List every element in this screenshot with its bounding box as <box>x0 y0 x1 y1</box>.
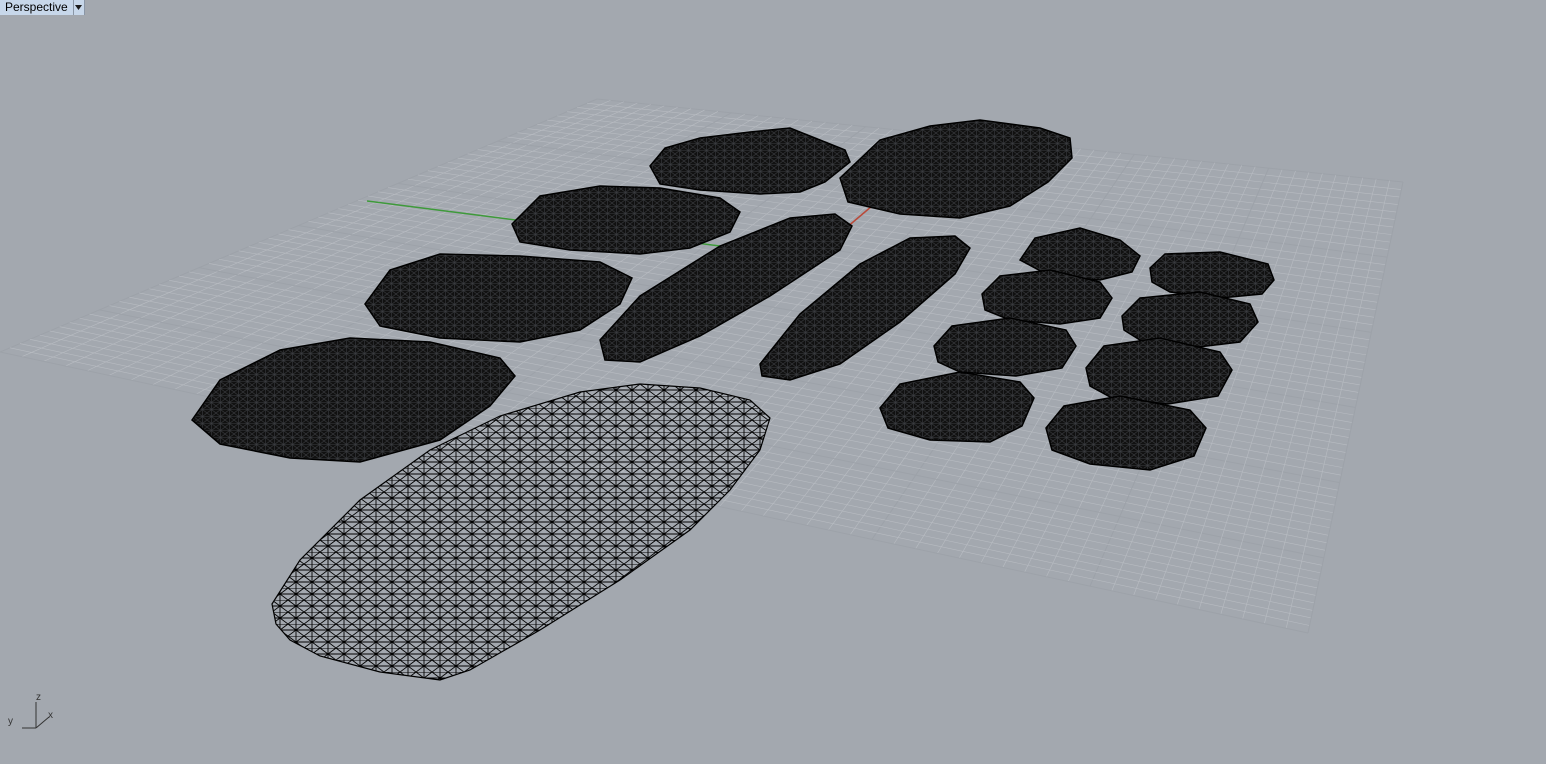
terrain-mesh-small[interactable] <box>1045 395 1207 471</box>
terrain-mesh-small[interactable] <box>879 371 1035 443</box>
grid-line <box>1285 180 1390 629</box>
viewport-title-tab[interactable]: Perspective <box>0 0 85 15</box>
axis-label-z: z <box>36 692 41 703</box>
terrain-mesh[interactable] <box>364 253 633 343</box>
terrain-mesh-small[interactable] <box>1149 251 1275 299</box>
viewport-title[interactable]: Perspective <box>0 0 74 15</box>
axis-label-x: x <box>48 710 53 721</box>
axis-label-y: y <box>8 716 13 727</box>
grid-line <box>1242 177 1363 620</box>
world-axis-gizmo: z y x <box>4 690 64 735</box>
grid-line <box>1307 181 1404 634</box>
terrain-mesh-group <box>190 119 1275 681</box>
perspective-viewport[interactable] <box>0 0 1546 764</box>
terrain-mesh[interactable] <box>649 127 851 195</box>
terrain-mesh-small[interactable] <box>1121 291 1259 349</box>
triangle-down-icon[interactable] <box>73 0 85 15</box>
